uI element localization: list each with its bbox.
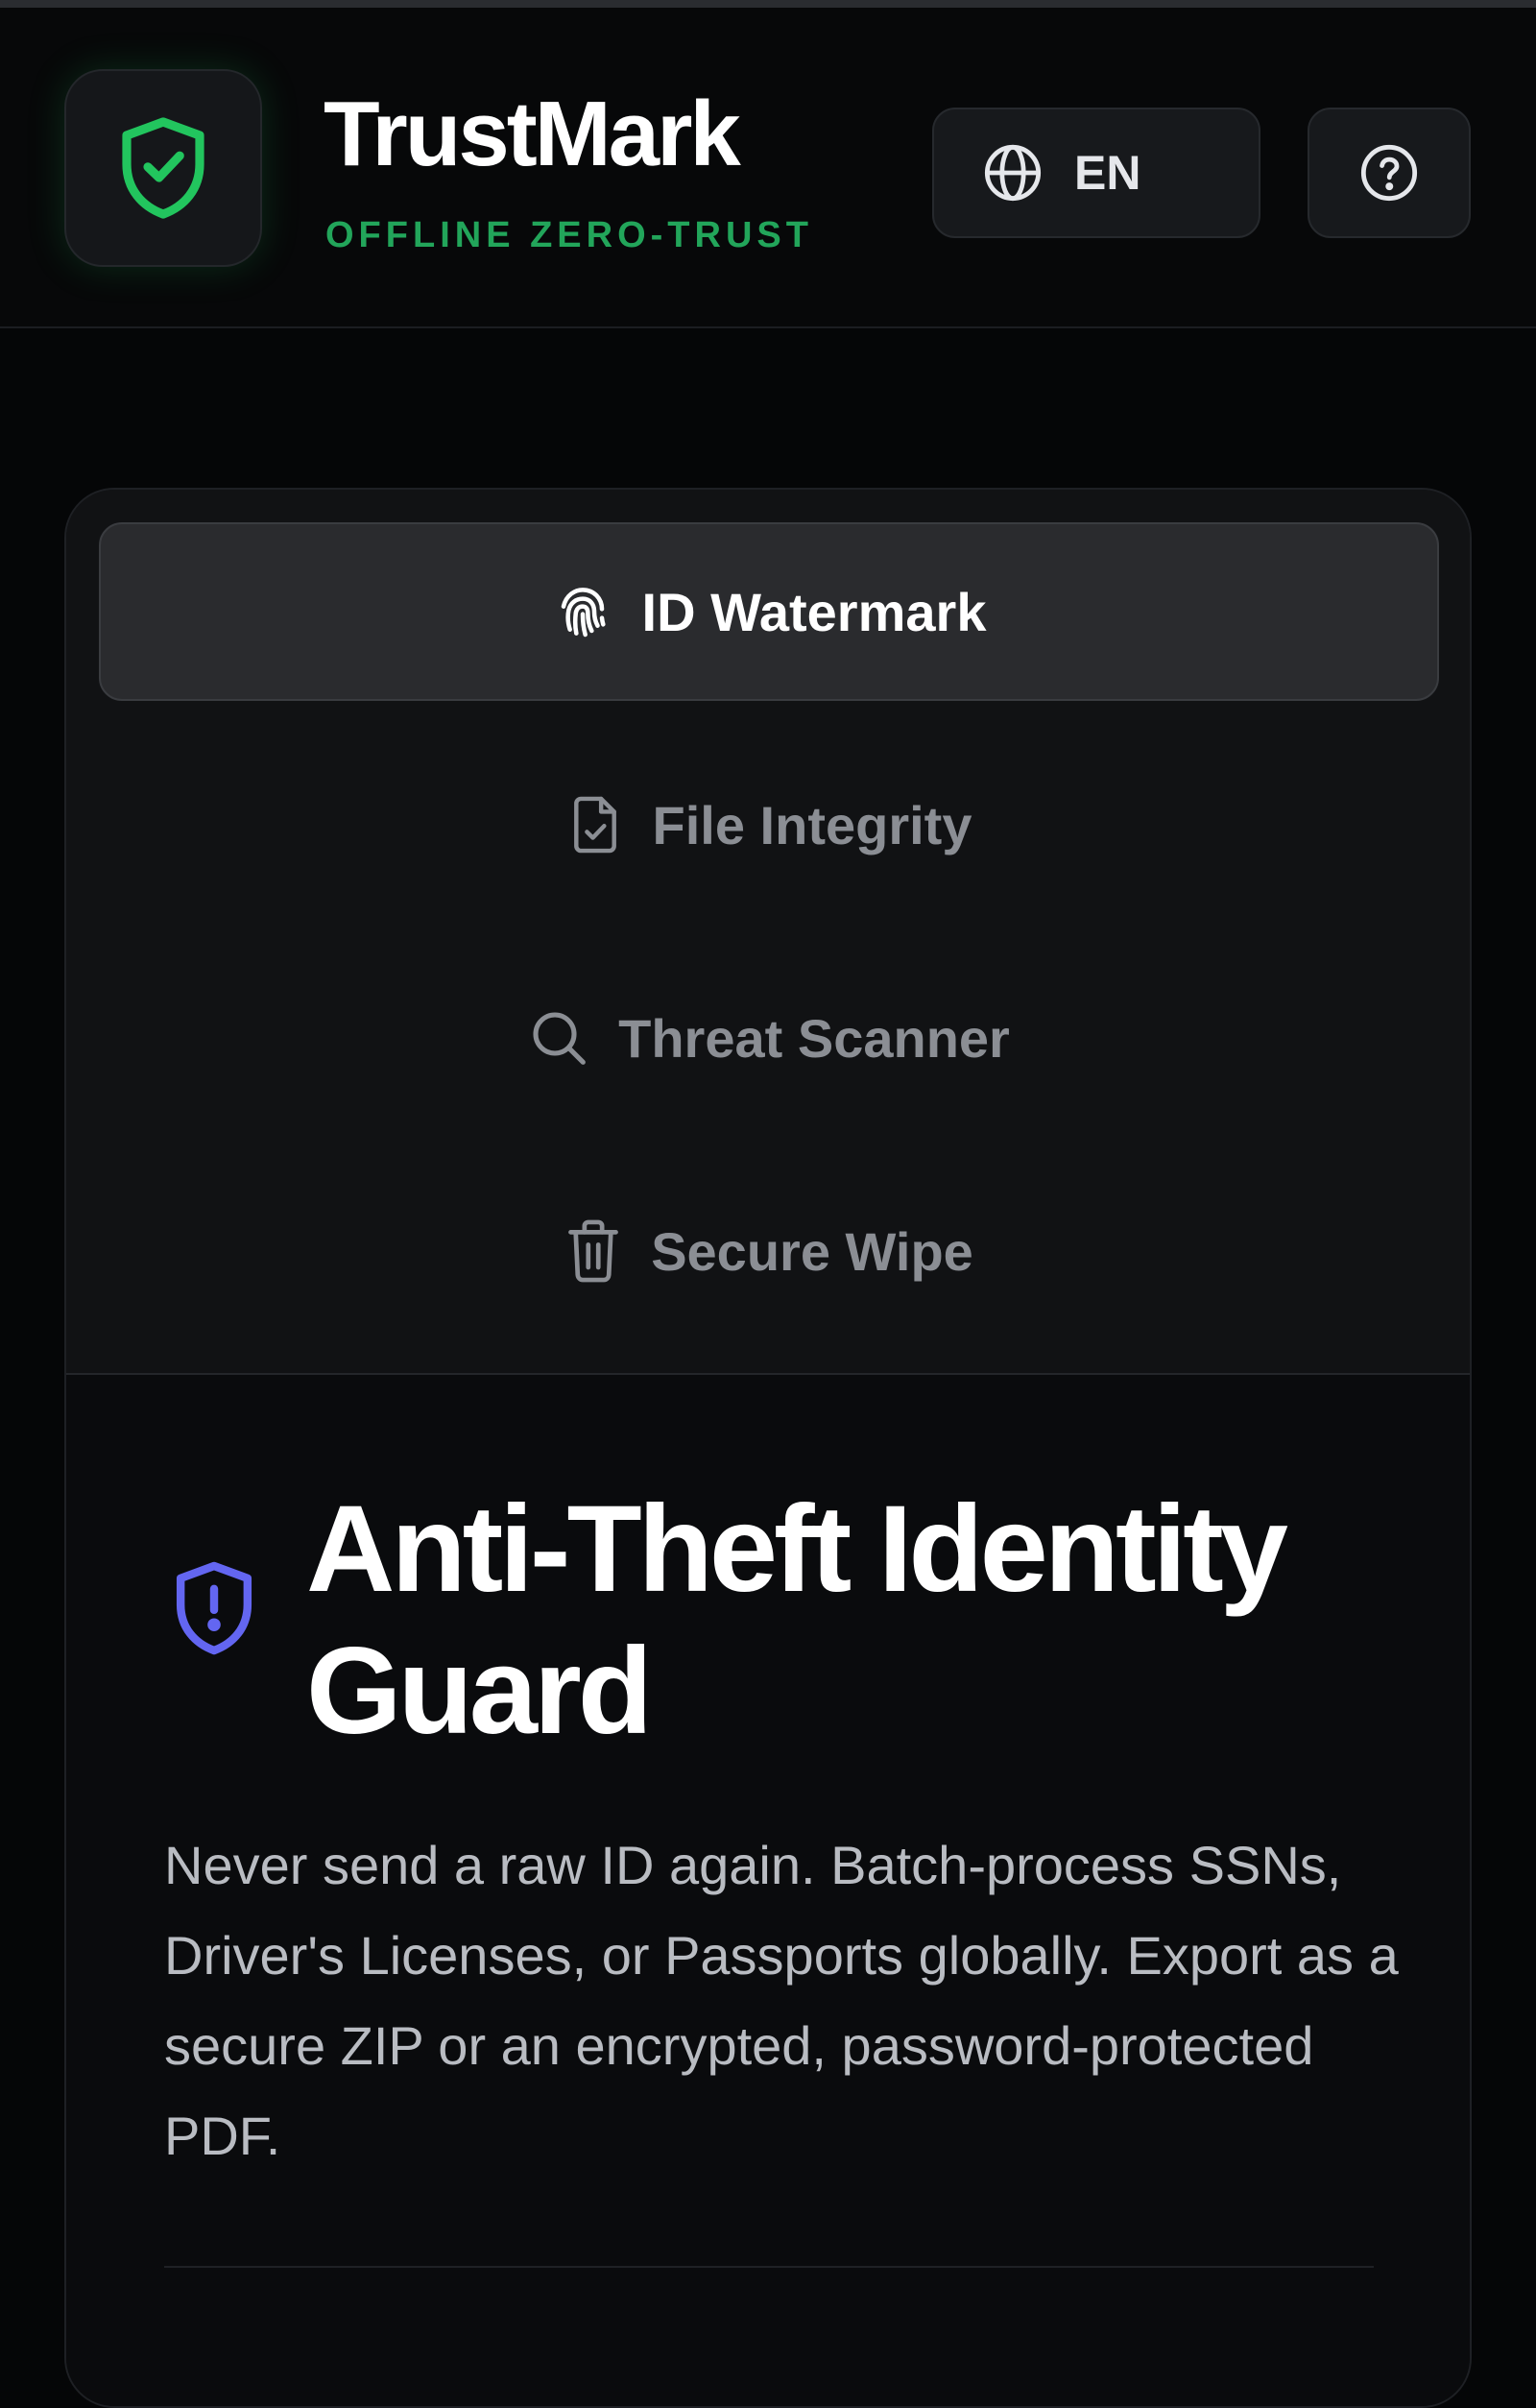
language-label: EN	[1074, 146, 1141, 200]
app-logo[interactable]	[64, 69, 262, 267]
section-divider	[164, 2266, 1374, 2268]
language-button[interactable]: EN	[932, 108, 1260, 238]
question-circle-icon	[1360, 144, 1418, 202]
brand-subtitle: OFFLINE ZERO-TRUST	[325, 215, 813, 255]
brand-title: TrustMark	[324, 83, 741, 185]
shield-alert-icon	[176, 1561, 252, 1655]
page-description: Never send a raw ID again. Batch-process…	[164, 1835, 1399, 2166]
main-card: ID Watermark File Integrity Threat Scann…	[64, 488, 1472, 2408]
page-title: Anti-Theft Identity Guard	[306, 1481, 1288, 1760]
window-top-border	[0, 0, 1536, 8]
app-header: TrustMark OFFLINE ZERO-TRUST EN	[0, 8, 1536, 328]
shield-check-icon	[122, 117, 204, 219]
help-button[interactable]	[1308, 108, 1471, 238]
tool-content: Anti-Theft Identity Guard Never send a r…	[66, 490, 1470, 2406]
globe-icon	[984, 144, 1042, 202]
